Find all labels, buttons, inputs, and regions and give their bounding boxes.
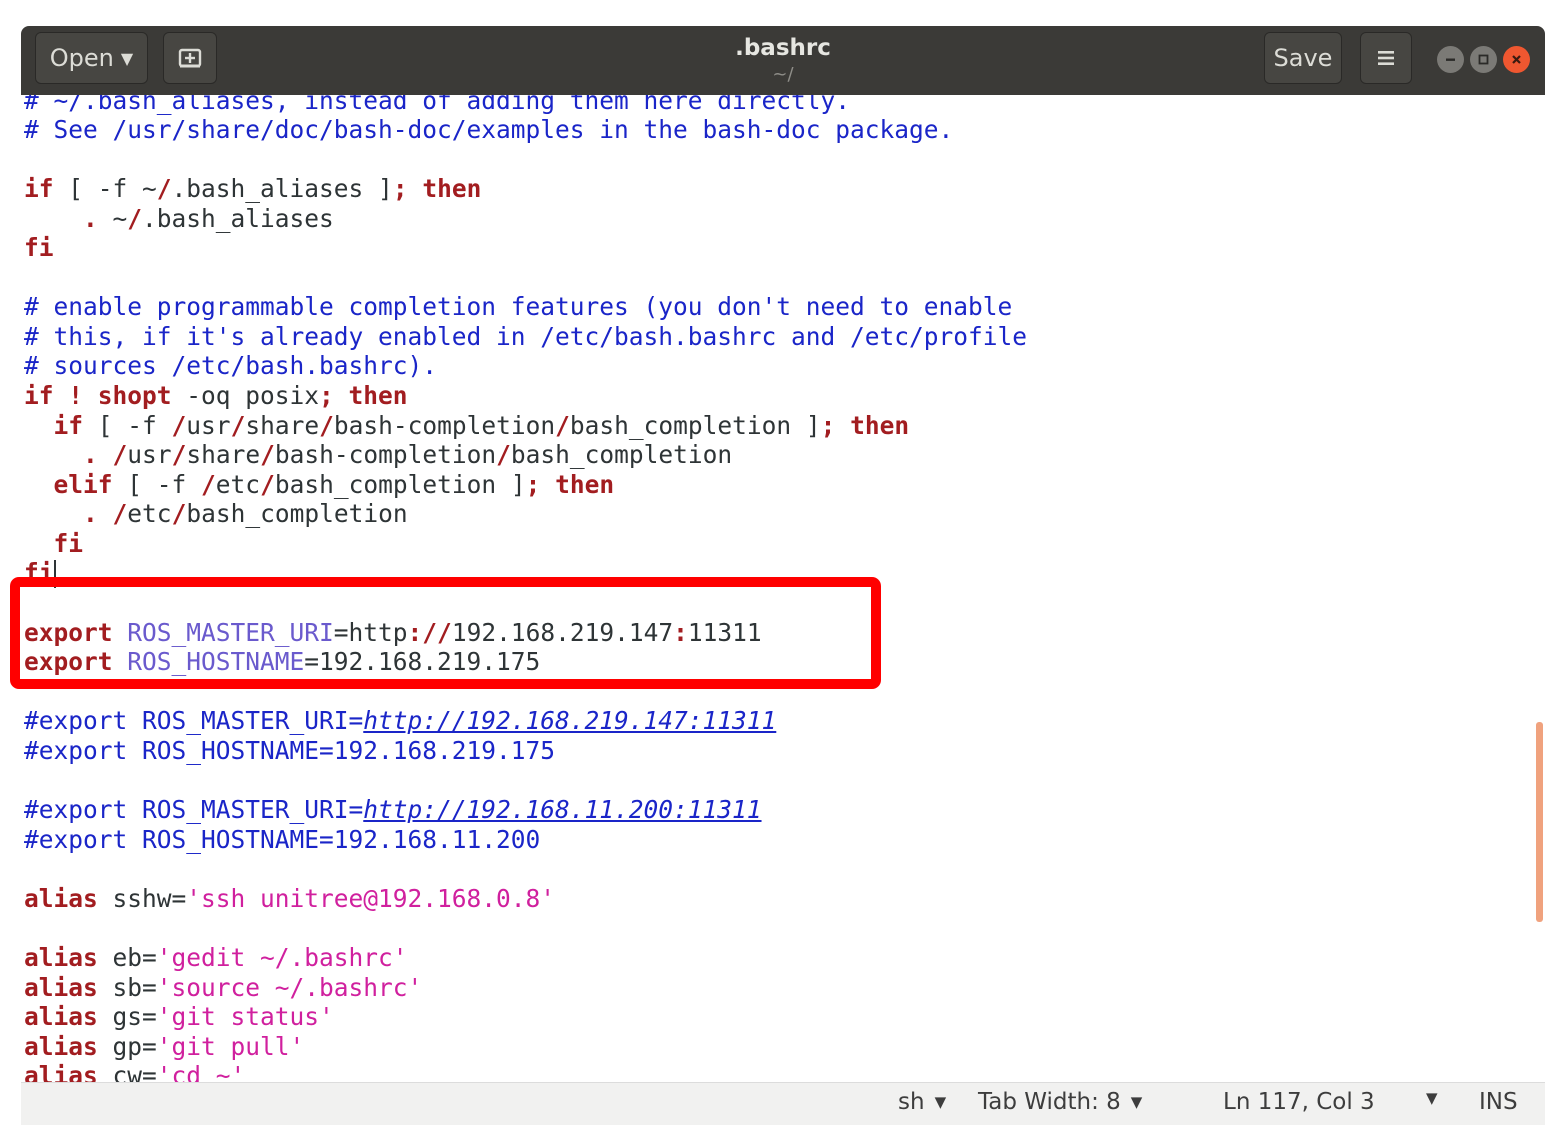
code-line: # ~/.bash_aliases, instead of adding the… (24, 95, 851, 115)
window-subtitle: ~/ (772, 64, 794, 85)
gedit-window: Open ▼ .bashrc ~/ Save # ~/.bash_aliases… (21, 26, 1545, 1124)
code-line: if [ -f /usr/share/bash-completion/bash_… (24, 411, 910, 440)
hamburger-menu-icon (1378, 51, 1394, 65)
code-line: alias eb='gedit ~/.bashrc' (24, 943, 408, 972)
window-maximize-icon[interactable] (1470, 46, 1497, 73)
code-line: if ! shopt -oq posix; then (24, 381, 408, 410)
code-line: #export ROS_MASTER_URI=http://192.168.11… (24, 795, 762, 824)
code-line: . /etc/bash_completion (24, 499, 408, 528)
code-line: alias gs='git status' (24, 1002, 334, 1031)
new-tab-button[interactable] (163, 32, 217, 84)
code-line: alias sshw='ssh unitree@192.168.0.8' (24, 884, 556, 913)
code-line: #export ROS_HOSTNAME=192.168.219.175 (24, 736, 556, 765)
open-button[interactable]: Open ▼ (35, 32, 148, 84)
chevron-down-icon: ▼ (1130, 1093, 1143, 1111)
code-line: # See /usr/share/doc/bash-doc/examples i… (24, 115, 954, 144)
code-line: if [ -f ~/.bash_aliases ]; then (24, 174, 482, 203)
code-line: # this, if it's already enabled in /etc/… (24, 322, 1028, 351)
chevron-down-icon: ▼ (1426, 1089, 1438, 1107)
language-selector[interactable]: sh ▼ (898, 1089, 946, 1115)
position-menu-button[interactable]: ▼ (1416, 1089, 1438, 1107)
code-line: # enable programmable completion feature… (24, 292, 1013, 321)
code-line: alias cw='cd ~' (24, 1061, 246, 1082)
insert-mode-indicator: INS (1479, 1089, 1518, 1115)
code-line: alias sb='source ~/.bashrc' (24, 973, 423, 1002)
code-line: #export ROS_MASTER_URI=http://192.168.21… (24, 706, 777, 735)
tab-width-label: Tab Width: 8 (978, 1089, 1121, 1115)
window-title: .bashrc (735, 35, 831, 61)
language-label: sh (898, 1089, 925, 1115)
scroll-indicator[interactable] (1536, 722, 1543, 922)
status-bar: sh ▼ Tab Width: 8 ▼ Ln 117, Col 3 ▼ INS (21, 1082, 1545, 1125)
menu-button[interactable] (1360, 32, 1412, 84)
code-line: #export ROS_HOSTNAME=192.168.11.200 (24, 825, 541, 854)
code-line: alias gp='git pull' (24, 1032, 305, 1061)
chevron-down-icon: ▼ (934, 1093, 947, 1111)
window-minimize-icon[interactable] (1437, 46, 1464, 73)
code-line: fi (24, 529, 84, 558)
tab-width-selector[interactable]: Tab Width: 8 ▼ (978, 1089, 1142, 1115)
code-line: # sources /etc/bash.bashrc). (24, 351, 438, 380)
save-button[interactable]: Save (1264, 32, 1342, 84)
open-button-label: Open (49, 44, 114, 72)
cursor-position[interactable]: Ln 117, Col 3 (1223, 1089, 1375, 1115)
code-line: fi (24, 233, 54, 262)
code-line: . /usr/share/bash-completion/bash_comple… (24, 440, 733, 469)
code-line: elif [ -f /etc/bash_completion ]; then (24, 470, 615, 499)
chevron-down-icon: ▼ (120, 48, 134, 68)
new-document-icon (178, 48, 202, 68)
window-close-icon[interactable] (1503, 46, 1530, 73)
annotation-highlight-box (10, 577, 881, 689)
header-bar: Open ▼ .bashrc ~/ Save (21, 26, 1545, 95)
code-line: . ~/.bash_aliases (24, 204, 334, 233)
